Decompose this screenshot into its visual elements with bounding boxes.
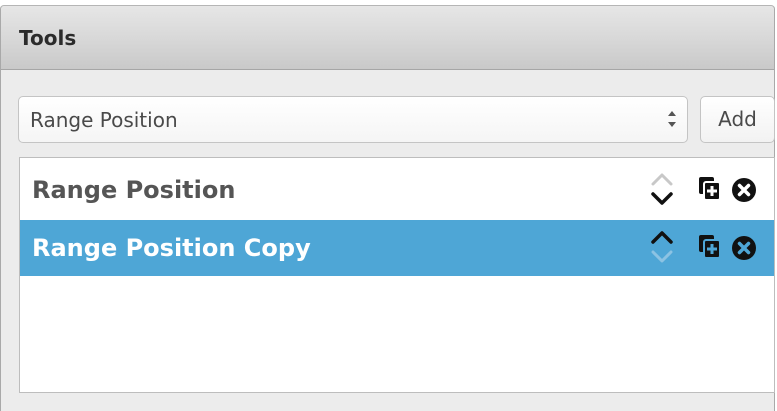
tool-list: Range Position Range Position Copy bbox=[19, 157, 775, 393]
chevron-up-down-icon[interactable] bbox=[649, 226, 675, 268]
panel-title: Tools bbox=[19, 26, 77, 50]
chevron-up-down-icon[interactable] bbox=[649, 168, 675, 210]
panel-header: Tools bbox=[1, 6, 774, 70]
tools-panel: Tools Range Position Add Range Position bbox=[0, 5, 775, 411]
tool-type-select-value: Range Position bbox=[30, 108, 178, 132]
add-button[interactable]: Add bbox=[700, 96, 775, 143]
duplicate-icon[interactable] bbox=[698, 234, 722, 260]
remove-circle-icon[interactable] bbox=[731, 235, 757, 261]
select-arrows-icon bbox=[668, 111, 676, 127]
tool-list-item-label: Range Position Copy bbox=[32, 234, 311, 262]
duplicate-icon[interactable] bbox=[698, 176, 722, 202]
tool-type-select[interactable]: Range Position bbox=[18, 96, 688, 143]
tool-list-item[interactable]: Range Position bbox=[20, 162, 774, 218]
tool-list-item-selected[interactable]: Range Position Copy bbox=[20, 220, 774, 276]
tool-list-item-label: Range Position bbox=[32, 176, 236, 204]
remove-circle-icon[interactable] bbox=[731, 177, 757, 203]
